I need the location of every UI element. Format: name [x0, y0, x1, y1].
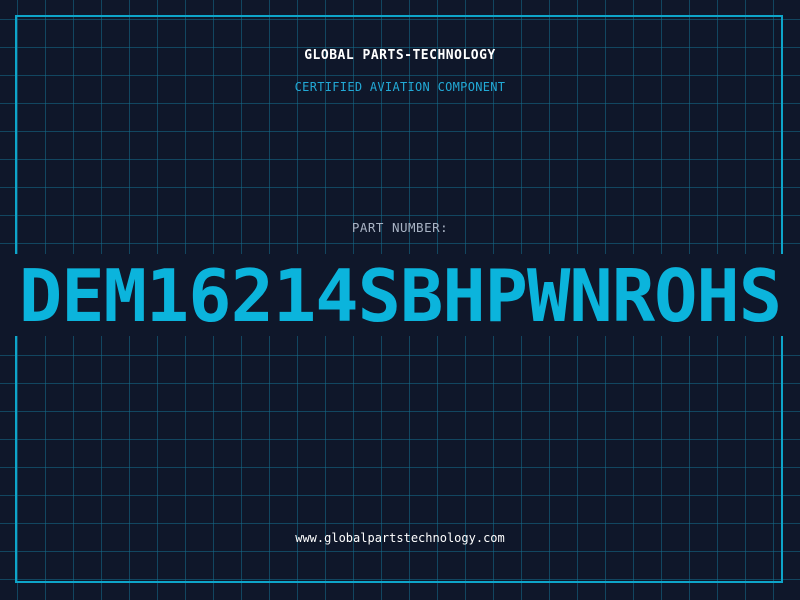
website-url[interactable]: www.globalpartstechnology.com [0, 531, 800, 545]
company-name: GLOBAL PARTS-TECHNOLOGY [304, 48, 496, 63]
certification-subtitle: CERTIFIED AVIATION COMPONENT [294, 80, 506, 94]
part-number-label: PART NUMBER: [351, 220, 449, 235]
part-number-value: DEM16214SBHPWNROHS [18, 256, 782, 336]
